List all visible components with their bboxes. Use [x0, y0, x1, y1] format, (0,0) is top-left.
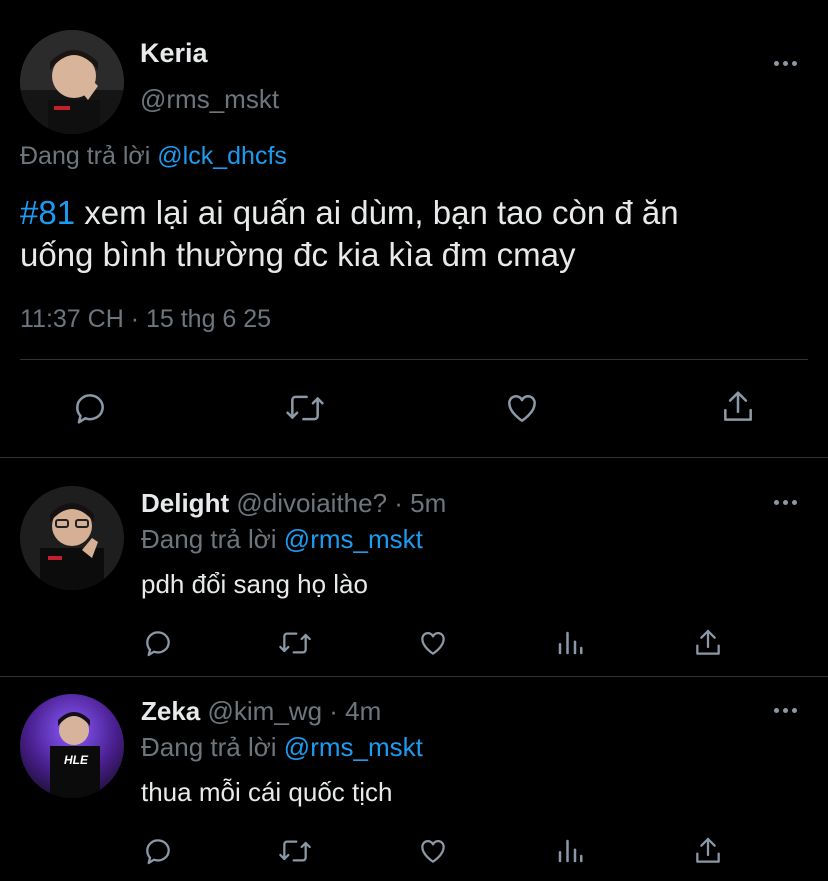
tweet-text-line1: xem lại ai quấn ai dùm, bạn tao còn đ ăn	[75, 194, 679, 231]
avatar-delight[interactable]	[20, 486, 124, 590]
reply-age[interactable]: · 4m	[329, 696, 381, 726]
replying-to-line: Đang trả lời @rms_mskt	[141, 524, 423, 555]
timestamp[interactable]: 11:37 CH · 15 thg 6 25	[20, 305, 271, 334]
replying-to-line: Đang trả lời @lck_dhcfs	[20, 142, 287, 171]
divider	[0, 676, 828, 677]
like-icon[interactable]	[502, 389, 542, 427]
hashtag-link[interactable]: #81	[20, 194, 75, 231]
more-options-icon[interactable]	[774, 708, 797, 713]
svg-text:HLE: HLE	[64, 753, 89, 767]
avatar-photo-icon: HLE	[20, 694, 124, 798]
handle[interactable]: @kim_wg	[208, 696, 323, 726]
avatar-keria[interactable]	[20, 30, 124, 134]
display-name[interactable]: Zeka	[141, 696, 200, 726]
tweet-text-line2: uống bình thường đc kia kìa đm cmay	[20, 236, 576, 273]
display-name[interactable]: Keria	[140, 38, 208, 69]
like-icon[interactable]	[416, 627, 450, 659]
replying-prefix: Đang trả lời	[141, 524, 277, 554]
share-icon[interactable]	[719, 387, 757, 427]
reply-header: Delight @divoiaithe? · 5m	[141, 488, 446, 519]
avatar-zeka[interactable]: HLE	[20, 694, 124, 798]
tweet-text: #81 xem lại ai quấn ai dùm, bạn tao còn …	[20, 192, 679, 276]
reply-header: Zeka @kim_wg · 4m	[141, 696, 381, 727]
divider	[20, 359, 808, 360]
reply-text: thua mỗi cái quốc tịch	[141, 777, 393, 807]
more-options-icon[interactable]	[774, 61, 797, 66]
display-name[interactable]: Delight	[141, 488, 229, 518]
replying-to-link[interactable]: @rms_mskt	[284, 732, 423, 762]
analytics-icon[interactable]	[555, 627, 585, 659]
reply-age[interactable]: · 5m	[394, 488, 446, 518]
reply-icon[interactable]	[142, 835, 174, 867]
more-options-icon[interactable]	[774, 500, 797, 505]
analytics-icon[interactable]	[555, 835, 585, 867]
retweet-icon[interactable]	[276, 835, 314, 867]
retweet-icon[interactable]	[283, 389, 327, 427]
avatar-photo-icon	[20, 486, 124, 590]
replying-to-line: Đang trả lời @rms_mskt	[141, 732, 423, 763]
divider	[0, 457, 828, 458]
handle[interactable]: @divoiaithe?	[236, 488, 387, 518]
reply-icon[interactable]	[71, 389, 109, 427]
retweet-icon[interactable]	[276, 627, 314, 659]
share-icon[interactable]	[692, 834, 724, 868]
share-icon[interactable]	[692, 626, 724, 660]
reply-icon[interactable]	[142, 627, 174, 659]
replying-to-link[interactable]: @rms_mskt	[284, 524, 423, 554]
replying-to-link[interactable]: @lck_dhcfs	[157, 142, 287, 170]
handle[interactable]: @rms_mskt	[140, 84, 279, 115]
avatar-photo-icon	[20, 30, 124, 134]
reply-text: pdh đổi sang họ lào	[141, 569, 368, 599]
replying-prefix: Đang trả lời	[20, 142, 151, 170]
like-icon[interactable]	[416, 835, 450, 867]
replying-prefix: Đang trả lời	[141, 732, 277, 762]
